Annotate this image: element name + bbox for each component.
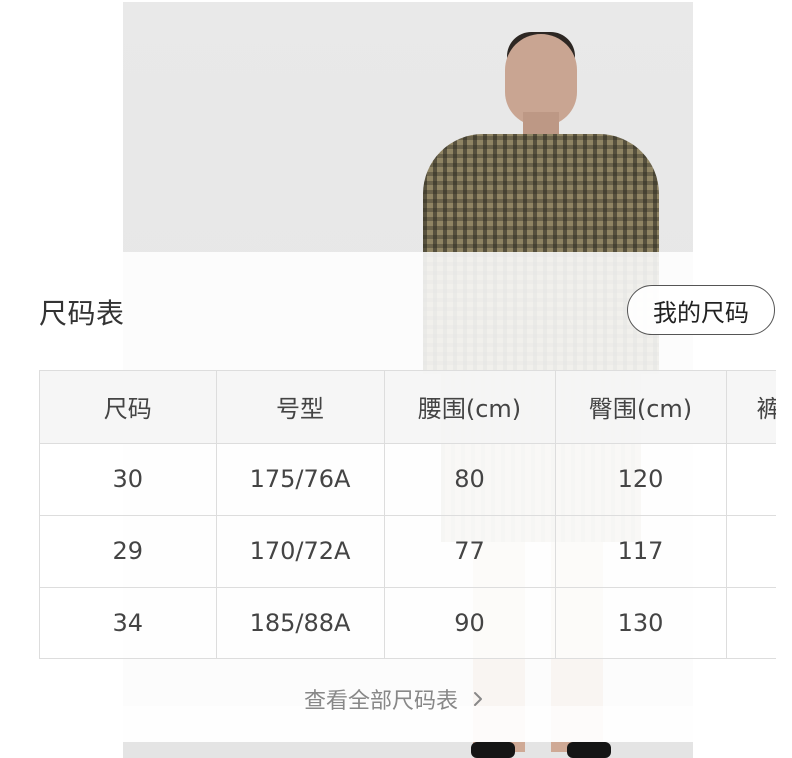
cell-truncated: [726, 443, 776, 516]
cell-hip: 117: [555, 515, 727, 588]
cell-fit: 185/88A: [216, 587, 385, 658]
cell-size: 34: [40, 587, 217, 658]
cell-waist: 80: [384, 443, 556, 516]
cell-hip: 130: [555, 587, 727, 658]
table-header-row: 尺码 号型 腰围(cm) 臀围(cm) 裤: [40, 371, 776, 444]
size-table-scroll[interactable]: 尺码 号型 腰围(cm) 臀围(cm) 裤 30 175/76A 80 120 …: [39, 370, 776, 659]
size-chart-title: 尺码表: [39, 297, 125, 330]
cell-truncated: [726, 515, 776, 588]
chevron-right-icon: [474, 692, 482, 706]
cell-waist: 77: [384, 515, 556, 588]
cell-truncated: [726, 587, 776, 658]
column-header-hip: 臀围(cm): [555, 371, 727, 444]
table-row: 34 185/88A 90 130: [40, 587, 776, 658]
cell-waist: 90: [384, 587, 556, 658]
table-row: 29 170/72A 77 117: [40, 515, 776, 588]
size-table: 尺码 号型 腰围(cm) 臀围(cm) 裤 30 175/76A 80 120 …: [40, 371, 776, 658]
column-header-fit: 号型: [216, 371, 385, 444]
my-size-button[interactable]: 我的尺码: [627, 285, 775, 335]
cell-fit: 170/72A: [216, 515, 385, 588]
view-all-label: 查看全部尺码表: [303, 689, 458, 714]
column-header-size: 尺码: [40, 371, 217, 444]
model-shoe-left: [471, 742, 515, 758]
column-header-truncated: 裤: [726, 371, 776, 444]
cell-hip: 120: [555, 443, 727, 516]
cell-size: 29: [40, 515, 217, 588]
cell-size: 30: [40, 443, 217, 516]
table-row: 30 175/76A 80 120: [40, 443, 776, 516]
column-header-waist: 腰围(cm): [384, 371, 556, 444]
model-shoe-right: [567, 742, 611, 758]
view-all-size-chart-link[interactable]: 查看全部尺码表: [0, 683, 792, 715]
cell-fit: 175/76A: [216, 443, 385, 516]
